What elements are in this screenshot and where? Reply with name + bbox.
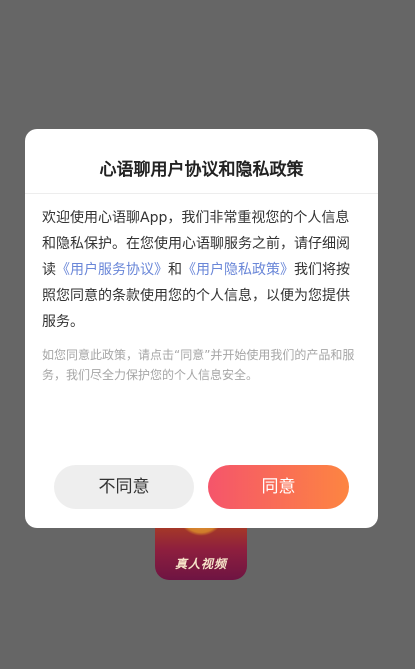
dialog-title: 心语聊用户协议和隐私政策 (99, 160, 304, 180)
privacy-policy-link[interactable]: 《用户隐私政策》 (182, 262, 294, 278)
agree-button[interactable]: 同意 (208, 465, 349, 509)
user-agreement-link[interactable]: 《用户服务协议》 (56, 262, 168, 278)
and-text: 和 (168, 262, 182, 278)
dialog-body-text: 欢迎使用心语聊App，我们非常重视您的个人信息和隐私保护。在您使用心语聊服务之前… (42, 205, 362, 335)
dialog-note-text: 如您同意此政策，请点击“同意”并开始使用我们的产品和服务，我们尽全力保护您的个人… (42, 348, 355, 382)
disagree-button[interactable]: 不同意 (54, 465, 194, 509)
privacy-dialog: 心语聊用户协议和隐私政策 欢迎使用心语聊App，我们非常重视您的个人信息和隐私保… (25, 129, 378, 528)
title-divider (25, 193, 378, 194)
app-icon-label: 真人视频 (174, 557, 227, 571)
